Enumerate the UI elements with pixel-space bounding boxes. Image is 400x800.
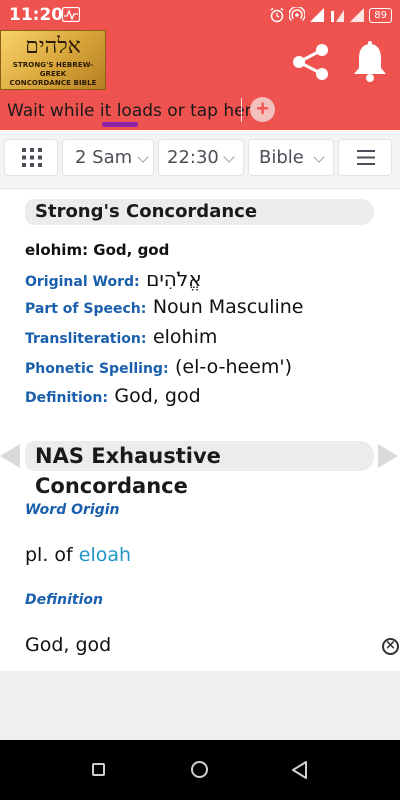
book-selector[interactable]: 2 Sam	[62, 139, 154, 176]
app-logo[interactable]: אלהים STRONG'S HEBREW-GREEK CONCORDANCE …	[0, 30, 106, 90]
status-bar: 11:20 89	[0, 0, 400, 30]
status-time: 11:20	[9, 5, 64, 25]
add-icon[interactable]: +	[250, 97, 275, 122]
part-of-speech-row: Part of Speech: Noun Masculine	[25, 296, 304, 318]
transliteration-row: Transliteration: elohim	[25, 326, 217, 348]
original-word-label: Original Word:	[25, 274, 140, 290]
version-selector[interactable]: Bible	[248, 139, 334, 176]
loading-indicator	[102, 122, 138, 127]
ad-text[interactable]: Wait while it loads or tap here	[7, 101, 262, 121]
phonetic-spelling-label: Phonetic Spelling:	[25, 361, 169, 377]
chapter-verse-selector[interactable]: 22:30	[158, 139, 244, 176]
logo-line2: CONCORDANCE BIBLE	[9, 79, 97, 87]
hamburger-icon	[357, 150, 375, 165]
hamburger-menu-button[interactable]	[338, 139, 392, 176]
grid-icon	[22, 148, 42, 167]
close-ad-icon[interactable]: ×	[382, 638, 399, 655]
phonetic-spelling-row: Phonetic Spelling: (el-o-heem')	[25, 356, 292, 378]
nas-definition-label: Definition	[25, 592, 103, 608]
navigation-toolbar: 2 Sam 22:30 Bible	[0, 130, 400, 189]
signal-1-icon	[331, 10, 345, 22]
transliteration-value: elohim	[152, 326, 218, 348]
hotspot-icon	[289, 7, 306, 22]
nas-definition-value: God, god	[25, 634, 112, 656]
logo-hebrew: אלהים	[25, 34, 81, 59]
signal-2-icon	[350, 8, 365, 22]
recent-apps-icon[interactable]	[92, 763, 105, 776]
original-word-row: Original Word: אֱלֹהִים	[25, 267, 202, 291]
alarm-icon	[270, 7, 284, 23]
previous-arrow-icon[interactable]	[0, 444, 20, 468]
home-icon[interactable]	[191, 761, 208, 778]
activity-icon	[62, 7, 80, 22]
definition-label: Definition:	[25, 390, 108, 406]
share-icon[interactable]	[289, 42, 333, 82]
headword: elohim: God, god	[25, 241, 170, 259]
chevron-down-icon	[137, 151, 149, 163]
original-word-value: אֱלֹהִים	[146, 267, 202, 291]
back-icon[interactable]	[291, 760, 309, 780]
grid-menu-button[interactable]	[4, 139, 58, 176]
version-label: Bible	[259, 147, 304, 168]
logo-line1: STRONG'S HEBREW-GREEK	[12, 61, 94, 78]
strongs-section-title: Strong's Concordance	[25, 199, 374, 225]
app-header: אלהים STRONG'S HEBREW-GREEK CONCORDANCE …	[0, 30, 400, 130]
ad-area	[0, 671, 400, 740]
word-origin-value: pl. of eloah	[25, 544, 131, 566]
word-origin-label: Word Origin	[25, 502, 120, 518]
transliteration-label: Transliteration:	[25, 331, 147, 347]
nas-section-title: NAS Exhaustive Concordance	[25, 441, 374, 498]
concordance-content: Strong's Concordance elohim: God, god Or…	[0, 189, 400, 671]
system-navigation-bar	[0, 740, 400, 800]
ad-banner[interactable]: Wait while it loads or tap here +	[0, 94, 400, 126]
chevron-down-icon	[223, 151, 235, 163]
definition-value: God, god	[114, 385, 201, 407]
book-label: 2 Sam	[75, 147, 133, 168]
part-of-speech-value: Noun Masculine	[152, 296, 304, 318]
next-arrow-icon[interactable]	[378, 444, 398, 468]
bell-icon[interactable]	[350, 40, 390, 84]
ad-divider	[241, 98, 242, 122]
battery-icon: 89	[369, 7, 392, 23]
part-of-speech-label: Part of Speech:	[25, 301, 147, 317]
chevron-down-icon	[313, 151, 325, 163]
eloah-link[interactable]: eloah	[79, 544, 131, 566]
signal-icon	[310, 8, 325, 22]
definition-row: Definition: God, god	[25, 385, 201, 407]
phonetic-spelling-value: (el-o-heem')	[175, 356, 293, 378]
word-origin-prefix: pl. of	[25, 544, 73, 566]
chapter-verse-label: 22:30	[167, 147, 219, 168]
